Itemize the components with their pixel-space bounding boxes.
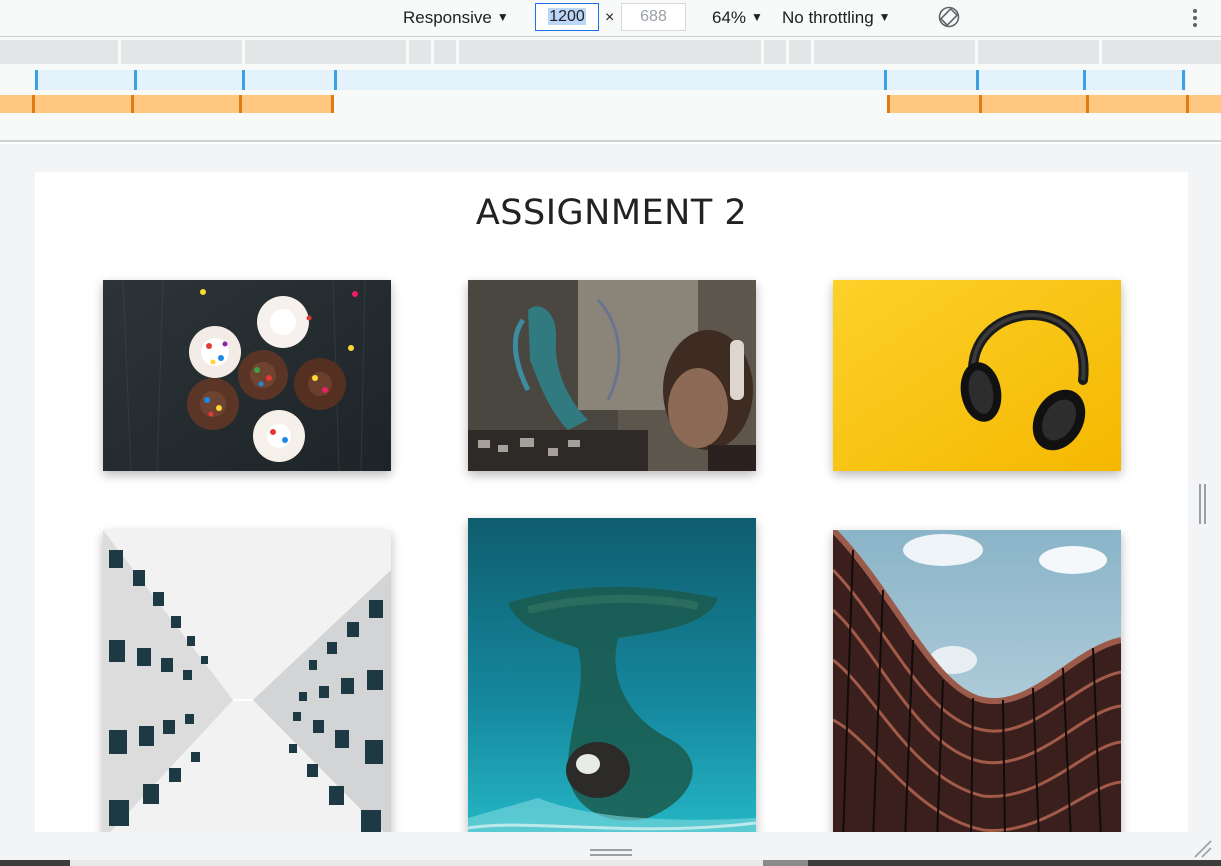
media-query-bar[interactable] — [35, 70, 1186, 90]
chevron-down-icon: ▼ — [751, 10, 763, 24]
page-content: ASSIGNMENT 2 — [35, 172, 1188, 832]
media-query-marker[interactable] — [35, 70, 38, 90]
throttling-label: No throttling — [782, 8, 874, 27]
strip-segment — [70, 860, 763, 866]
times-separator: × — [605, 9, 615, 26]
bottom-status-strip — [0, 860, 1221, 866]
ruler-segment[interactable] — [0, 40, 118, 64]
chevron-down-icon: ▼ — [878, 10, 891, 24]
media-query-marker[interactable] — [976, 70, 979, 90]
resize-corner-icon[interactable] — [1192, 838, 1212, 858]
zoom-select[interactable]: 64% ▼ — [712, 8, 763, 28]
media-query-bar[interactable] — [0, 95, 334, 113]
curved-building-photo[interactable] — [833, 530, 1121, 832]
media-query-marker[interactable] — [1083, 70, 1086, 90]
rotate-icon[interactable] — [938, 6, 960, 28]
ruler-segment[interactable] — [409, 40, 431, 64]
zoom-label: 64% — [712, 8, 747, 27]
yellow-headphones-photo[interactable] — [833, 280, 1121, 471]
resize-handle-right[interactable] — [1198, 484, 1207, 524]
media-query-bars — [0, 37, 1221, 142]
ruler-segment[interactable] — [459, 40, 761, 64]
media-query-marker[interactable] — [979, 95, 982, 113]
device-select[interactable]: Responsive ▼ — [403, 8, 509, 28]
ruler-segment[interactable] — [764, 40, 786, 64]
media-query-marker[interactable] — [1186, 95, 1189, 113]
media-query-marker[interactable] — [32, 95, 35, 113]
min-width-queries — [0, 95, 1221, 113]
ruler-segment[interactable] — [789, 40, 811, 64]
throttling-select[interactable]: No throttling ▼ — [782, 8, 891, 28]
width-input[interactable]: 1200 — [535, 3, 599, 31]
kebab-menu-icon[interactable] — [1185, 5, 1205, 31]
media-query-marker[interactable] — [239, 95, 242, 113]
page-title: ASSIGNMENT 2 — [475, 193, 748, 233]
device-viewport: ASSIGNMENT 2 — [0, 144, 1221, 866]
graffiti-headphones-photo[interactable] — [468, 280, 756, 471]
ruler-segment[interactable] — [814, 40, 975, 64]
chevron-down-icon: ▼ — [496, 10, 509, 24]
media-query-marker[interactable] — [334, 70, 337, 90]
media-query-marker[interactable] — [1182, 70, 1185, 90]
media-query-marker[interactable] — [1086, 95, 1089, 113]
resize-handle-bottom[interactable] — [590, 845, 632, 856]
strip-segment — [763, 860, 808, 866]
ruler-segment[interactable] — [978, 40, 1099, 64]
media-query-bar[interactable] — [887, 95, 1221, 113]
media-query-marker[interactable] — [242, 70, 245, 90]
device-label: Responsive — [403, 8, 492, 27]
ruler-segment[interactable] — [121, 40, 242, 64]
height-input[interactable]: 688 — [621, 3, 686, 31]
media-query-marker[interactable] — [134, 70, 137, 90]
building-perspective-photo[interactable] — [103, 530, 391, 832]
media-query-marker[interactable] — [884, 70, 887, 90]
ruler-segment[interactable] — [434, 40, 456, 64]
media-query-marker[interactable] — [331, 95, 334, 113]
ruler-segment[interactable] — [245, 40, 406, 64]
device-toolbar: Responsive ▼ 1200 × 688 64% ▼ No throttlin… — [0, 0, 1221, 37]
ruler-segment[interactable] — [1102, 40, 1221, 64]
width-value: 1200 — [548, 8, 586, 25]
max-width-queries — [0, 70, 1221, 90]
cupcakes-photo[interactable] — [103, 280, 391, 471]
media-query-marker[interactable] — [887, 95, 890, 113]
ocean-reef-photo[interactable] — [468, 518, 756, 832]
device-size-ruler — [0, 40, 1221, 64]
media-query-marker[interactable] — [131, 95, 134, 113]
